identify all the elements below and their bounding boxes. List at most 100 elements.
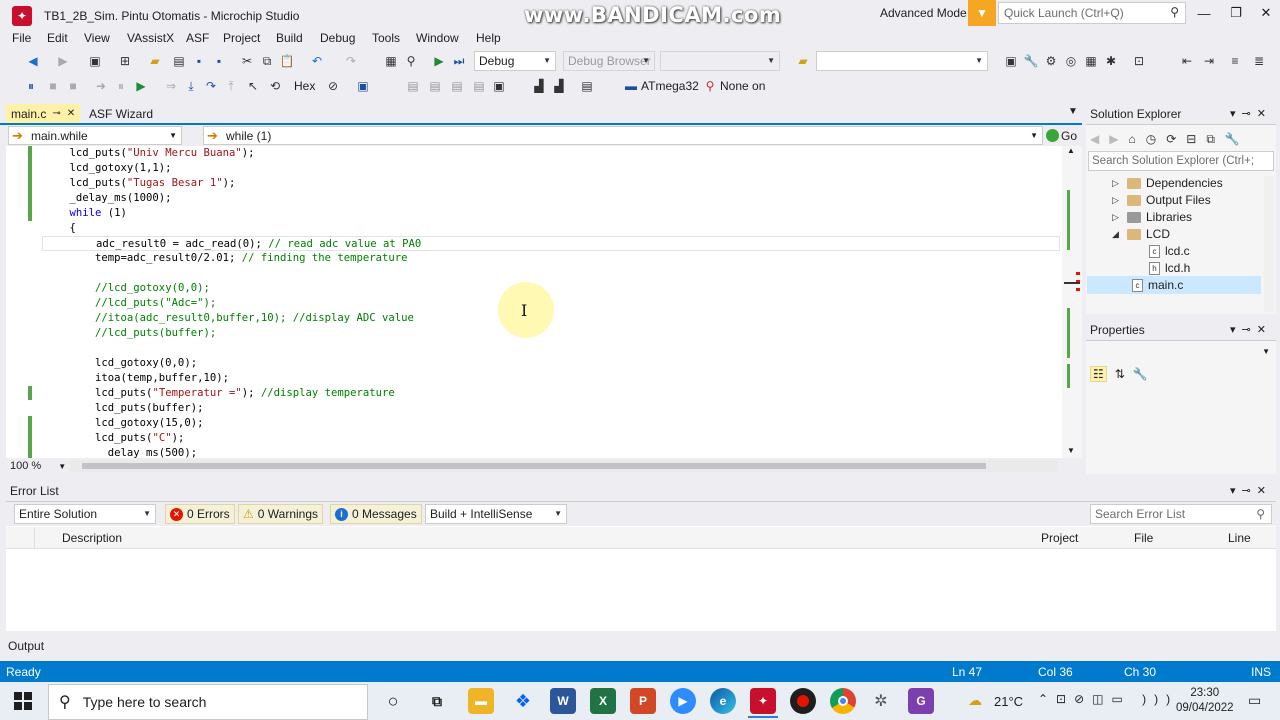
menu-file[interactable]: File — [12, 31, 31, 45]
open-file-icon[interactable]: ▤ — [170, 52, 188, 70]
wrench-icon[interactable]: 🔧 — [1022, 52, 1040, 70]
panel-header-buttons[interactable]: ▾⊸✕ — [1230, 107, 1272, 120]
network-tool-icon[interactable]: ✲ — [868, 688, 894, 714]
expand-icon[interactable]: ▷ — [1112, 178, 1122, 189]
code-line[interactable]: lcd_puts("Tugas Besar 1"); — [44, 176, 1060, 191]
pause-icon[interactable]: ⏸ — [112, 77, 130, 95]
outdent-icon[interactable]: ⇤ — [1178, 52, 1196, 70]
tree-item-lcd-c[interactable]: c lcd.c — [1149, 244, 1190, 258]
column-file[interactable]: File — [1134, 531, 1153, 545]
target-dropdown[interactable]: ▼ — [660, 51, 780, 71]
warnings-filter-button[interactable]: ⚠ 0 Warnings — [238, 504, 324, 524]
uncomment-lines-icon[interactable]: ≣ — [1250, 52, 1268, 70]
disassembly-icon[interactable]: ▤ — [470, 77, 488, 95]
target-icon[interactable]: ◎ — [1062, 52, 1080, 70]
chip-device-icon[interactable]: ▬ — [622, 77, 640, 95]
messages-filter-button[interactable]: i 0 Messages — [330, 504, 422, 524]
error-scope-dropdown[interactable]: Entire Solution ▼ — [14, 504, 156, 524]
paste-icon[interactable]: 📋 — [278, 52, 296, 70]
start-without-debugging-icon[interactable]: ⏭ — [450, 52, 468, 70]
sync-icon[interactable]: ⟳ — [1166, 132, 1176, 146]
menu-view[interactable]: View — [84, 31, 110, 45]
horizontal-scroll-thumb[interactable] — [82, 463, 986, 469]
comment-lines-icon[interactable]: ≡ — [1226, 52, 1244, 70]
close-tab-icon[interactable]: ✕ — [67, 108, 75, 119]
bandicam-icon[interactable] — [790, 688, 816, 714]
code-line[interactable]: temp=adc_result0/2.01; // finding the te… — [44, 251, 1060, 266]
menu-vassistx[interactable]: VAssistX — [127, 31, 174, 45]
build-filter-dropdown[interactable]: Build + IntelliSense ▼ — [425, 504, 567, 524]
debug-browser-dropdown[interactable]: Debug Browser ▼ — [563, 51, 655, 71]
close-button[interactable]: ✕ — [1256, 4, 1276, 22]
tab-asf-wizard[interactable]: ASF Wizard — [89, 107, 153, 121]
properties-wrench-icon[interactable]: 🔧 — [1225, 132, 1240, 146]
run-to-cursor-icon[interactable]: ↖ — [244, 77, 262, 95]
redo-icon[interactable]: ↷ — [342, 52, 360, 70]
file-explorer-icon[interactable]: ▬ — [468, 688, 494, 714]
menu-help[interactable]: Help — [476, 31, 501, 45]
code-line[interactable]: lcd_gotoxy(15,0); — [44, 416, 1060, 431]
excel-icon[interactable]: X — [590, 688, 616, 714]
zoom-icon[interactable]: ▶ — [670, 688, 696, 714]
menu-debug[interactable]: Debug — [320, 31, 355, 45]
settings-icon[interactable]: ⚙ — [1042, 52, 1060, 70]
quick-launch-input[interactable]: Quick Launch (Ctrl+Q) ⚲ — [998, 2, 1186, 24]
continue-icon[interactable]: ➜ — [92, 77, 110, 95]
powerpoint-icon[interactable]: P — [630, 688, 656, 714]
weather-icon[interactable]: ☁ — [968, 692, 982, 709]
tab-overflow-icon[interactable]: ▼ — [1068, 106, 1078, 117]
program-icon[interactable]: ▟ — [550, 77, 568, 95]
debugger-tool-label[interactable]: None on — [720, 79, 765, 93]
break-all-icon[interactable]: ⏸ — [22, 77, 40, 95]
code-line[interactable]: //lcd_gotoxy(0,0); — [44, 281, 1060, 296]
menu-build[interactable]: Build — [276, 31, 303, 45]
code-line[interactable]: { — [44, 221, 1060, 236]
code-line[interactable]: while (1) — [44, 206, 1060, 221]
vertical-scrollbar[interactable]: ▲ ▼ — [1062, 146, 1082, 458]
property-pages-icon[interactable]: 🔧 — [1133, 367, 1148, 381]
advanced-mode-label[interactable]: Advanced Mode — [880, 6, 967, 20]
column-line[interactable]: Line — [1228, 531, 1251, 545]
save-all-icon[interactable]: ▪ — [210, 52, 228, 70]
notifications-icon[interactable]: ▭ — [1248, 692, 1261, 709]
undo-icon[interactable]: ↶ — [308, 52, 326, 70]
breakpoint-icon[interactable]: ⊘ — [324, 77, 342, 95]
tree-item-dependencies[interactable]: ▷ Dependencies — [1112, 176, 1223, 190]
collapse-icon[interactable]: ◢ — [1112, 229, 1122, 240]
copy-icon[interactable]: ⧉ — [258, 52, 276, 70]
restart-icon[interactable]: ■ — [64, 77, 82, 95]
indent-icon[interactable]: ⇥ — [1200, 52, 1218, 70]
edge-icon[interactable]: e — [710, 688, 736, 714]
stop-icon[interactable]: ■ — [44, 77, 62, 95]
code-line[interactable] — [44, 341, 1060, 356]
start-debugging-icon[interactable]: ▶ — [430, 52, 448, 70]
menu-tools[interactable]: Tools — [372, 31, 400, 45]
error-list-search-input[interactable]: Search Error List ⚲ — [1090, 504, 1272, 524]
reset-icon[interactable]: ⟲ — [266, 77, 284, 95]
microchip-studio-logo-icon[interactable]: ✦ — [12, 6, 32, 26]
back-icon[interactable]: ◀ — [24, 52, 42, 70]
code-line[interactable]: lcd_puts("Temperatur ="); //display temp… — [44, 386, 1060, 401]
pin-icon[interactable]: ⊸ — [52, 108, 60, 119]
panel-header-buttons[interactable]: ▾⊸✕ — [1230, 323, 1272, 336]
solution-search-input[interactable]: Search Solution Explorer (Ctrl+; — [1088, 151, 1274, 171]
back-icon[interactable]: ◀ — [1090, 132, 1099, 146]
taskbar-search-box[interactable]: ⚲ Type here to search — [48, 684, 368, 720]
code-line[interactable] — [44, 266, 1060, 281]
io-view-icon[interactable]: ▤ — [448, 77, 466, 95]
configuration-dropdown[interactable]: Debug ▼ — [474, 51, 556, 71]
cut-icon[interactable]: ✂ — [238, 52, 256, 70]
scroll-down-icon[interactable]: ▼ — [1067, 446, 1075, 455]
history-icon[interactable]: ◷ — [1146, 132, 1156, 146]
code-line[interactable]: lcd_puts("C"); — [44, 431, 1060, 446]
alphabetical-icon[interactable]: ⇅ — [1115, 367, 1125, 381]
run-icon[interactable]: ▶ — [132, 77, 150, 95]
step-into-icon[interactable]: ⤓ — [182, 77, 200, 95]
scope-dropdown[interactable]: ➔ main.while ▼ — [8, 126, 182, 145]
hex-toggle[interactable]: Hex — [294, 79, 315, 93]
windows-start-icon[interactable] — [14, 692, 32, 710]
code-line[interactable]: adc_result0 = adc_read(0); // read adc v… — [42, 236, 1060, 251]
chrome-icon[interactable] — [830, 688, 856, 714]
errors-filter-button[interactable]: ✕ 0 Errors — [165, 504, 235, 524]
visual-studio-icon[interactable]: G — [908, 688, 934, 714]
